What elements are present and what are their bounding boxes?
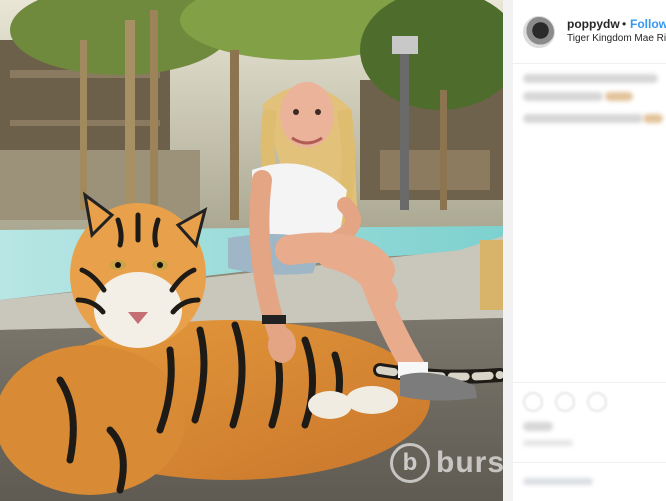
caption-line (523, 114, 643, 123)
post-header: poppydw • Follow Tiger Kingdom Mae Ri (513, 0, 666, 64)
watermark-logo-icon: b (390, 443, 430, 483)
photo-scene (0, 0, 503, 501)
emoji-blur-icon (605, 92, 633, 101)
emoji-blur-icon (643, 114, 663, 123)
post-sidebar: poppydw • Follow Tiger Kingdom Mae Ri (513, 0, 666, 501)
caption-line (523, 92, 603, 101)
header-separator: • (622, 17, 627, 31)
actions-divider (513, 382, 666, 383)
heart-icon[interactable] (523, 392, 543, 412)
comment-divider (513, 462, 666, 463)
username-link[interactable]: poppydw (567, 17, 620, 31)
panel-divider (503, 0, 513, 501)
caption-line (523, 74, 658, 83)
follow-button[interactable]: Follow (630, 17, 666, 31)
location-link[interactable]: Tiger Kingdom Mae Ri (567, 33, 666, 44)
watermark-text: burs (436, 446, 503, 479)
comment-input-blurred[interactable] (523, 478, 593, 485)
post-photo[interactable]: b burs (0, 0, 503, 501)
timestamp-blurred (523, 440, 573, 446)
likes-blurred (523, 422, 553, 431)
comment-icon[interactable] (555, 392, 575, 412)
share-icon[interactable] (587, 392, 607, 412)
user-avatar-icon[interactable] (523, 16, 555, 48)
watermark: b burs (390, 440, 503, 486)
